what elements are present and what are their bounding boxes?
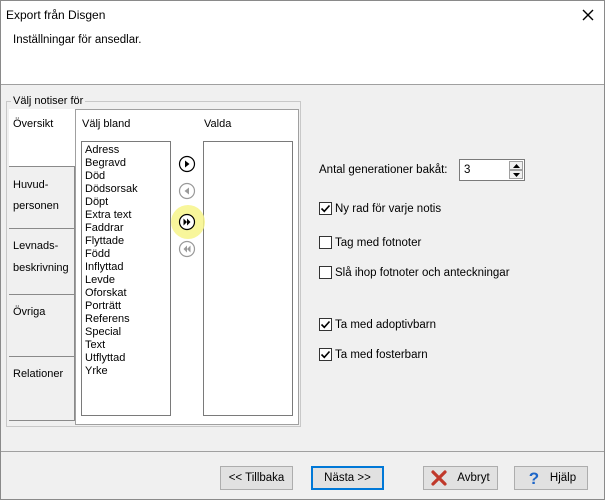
checkbox-label: Ny rad för varje notis [335,202,442,215]
choose-from-label: Välj bland [82,118,131,130]
list-item[interactable]: Referens [82,313,170,326]
tab-levnadsbeskrivning[interactable]: Levnads- beskrivning [9,229,75,295]
checkbox-footnotes[interactable]: Tag med fotnoter [319,236,421,249]
list-item[interactable]: Döpt [82,196,170,209]
list-item[interactable]: Född [82,248,170,261]
checkbox-adoptive-children[interactable]: Ta med adoptivbarn [319,318,436,331]
spin-buttons [509,161,523,179]
remove-all-button[interactable] [177,239,197,259]
tab-huvudpersonen[interactable]: Huvud- personen [9,167,75,229]
export-dialog: Export från Disgen Inställningar för ans… [0,0,605,500]
check-icon [320,350,331,359]
checkbox-new-row[interactable]: Ny rad för varje notis [319,202,441,215]
vertical-tabs: Översikt Huvud- personen Levnads- beskri… [9,109,75,425]
checkbox-box[interactable] [319,236,332,249]
cancel-x-icon [431,470,447,486]
svg-text:?: ? [529,469,539,487]
caret-up-icon [512,163,520,168]
check-icon [320,204,331,213]
back-button-label: << Tillbaka [228,472,285,484]
cancel-button[interactable]: Avbryt [423,466,498,490]
back-button[interactable]: << Tillbaka [220,466,293,490]
arrow-left-icon [178,182,196,200]
next-button[interactable]: Nästa >> [311,466,384,490]
choose-from-list[interactable]: Adress Begravd Död Dödsorsak Döpt Extra text F… [81,141,171,416]
list-item[interactable]: Levde [82,274,170,287]
tab-label-2: beskrivning [13,262,69,274]
tab-label: Relationer [13,368,64,380]
generations-label: Antal generationer bakåt: [319,164,448,176]
list-item[interactable]: Adress [82,144,170,157]
list-item[interactable]: Oforskat [82,287,170,300]
help-question-icon: ? [529,469,539,487]
check-icon [320,320,331,329]
list-item[interactable]: Yrke [82,365,170,378]
groupbox-legend: Välj notiser för [11,95,86,107]
checkbox-box[interactable] [319,202,332,215]
spin-up-button[interactable] [509,161,523,170]
close-icon [582,9,594,21]
title-bar: Export från Disgen [1,1,604,31]
selected-list[interactable] [203,141,293,416]
close-button[interactable] [574,3,602,27]
selected-label: Valda [204,118,232,130]
list-item[interactable]: Dödsorsak [82,183,170,196]
spin-down-button[interactable] [509,170,523,179]
generations-spinner[interactable]: 3 [459,159,525,181]
checkbox-label: Ta med adoptivbarn [335,318,437,331]
add-one-button[interactable] [177,154,197,174]
header-instruction: Inställningar för ansedlar. [13,34,142,46]
double-arrow-left-icon [178,240,196,258]
tab-label: Huvud- [13,179,49,191]
checkbox-box[interactable] [319,348,332,361]
remove-one-button[interactable] [177,181,197,201]
next-button-label: Nästa >> [324,472,371,484]
double-arrow-right-icon [178,213,196,231]
tab-label: Översikt [13,118,54,130]
caret-down-icon [512,172,520,177]
help-button[interactable]: ? Hjälp [514,466,588,490]
checkbox-merge-footnotes[interactable]: Slå ihop fotnoter och anteckningar [319,266,510,279]
list-item[interactable]: Inflyttad [82,261,170,274]
tab-oversikt[interactable]: Översikt [9,109,75,167]
list-item[interactable]: Porträtt [82,300,170,313]
tab-label: Övriga [13,306,46,318]
window-title: Export från Disgen [6,8,106,22]
list-item[interactable]: Utflyttad [82,352,170,365]
help-button-label: Hjälp [549,472,577,484]
generations-value: 3 [464,164,471,176]
list-item[interactable]: Extra text [82,209,170,222]
list-item[interactable]: Special [82,326,170,339]
checkbox-foster-children[interactable]: Ta med fosterbarn [319,348,428,361]
checkbox-box[interactable] [319,318,332,331]
list-item[interactable]: Faddrar [82,222,170,235]
checkbox-label: Ta med fosterbarn [335,348,428,361]
tab-ovriga[interactable]: Övriga [9,295,75,357]
list-item[interactable]: Begravd [82,157,170,170]
tab-label: Levnads- [13,240,59,252]
footer-divider [1,451,604,452]
add-all-button[interactable] [177,212,197,232]
tab-label-2: personen [13,200,59,212]
tab-relationer[interactable]: Relationer [9,357,75,421]
cancel-button-label: Avbryt [457,472,490,484]
checkbox-label: Tag med fotnoter [335,236,422,249]
list-item[interactable]: Flyttade [82,235,170,248]
checkbox-box[interactable] [319,266,332,279]
arrow-right-icon [178,155,196,173]
list-item[interactable]: Död [82,170,170,183]
checkbox-label: Slå ihop fotnoter och anteckningar [335,266,510,279]
list-item[interactable]: Text [82,339,170,352]
